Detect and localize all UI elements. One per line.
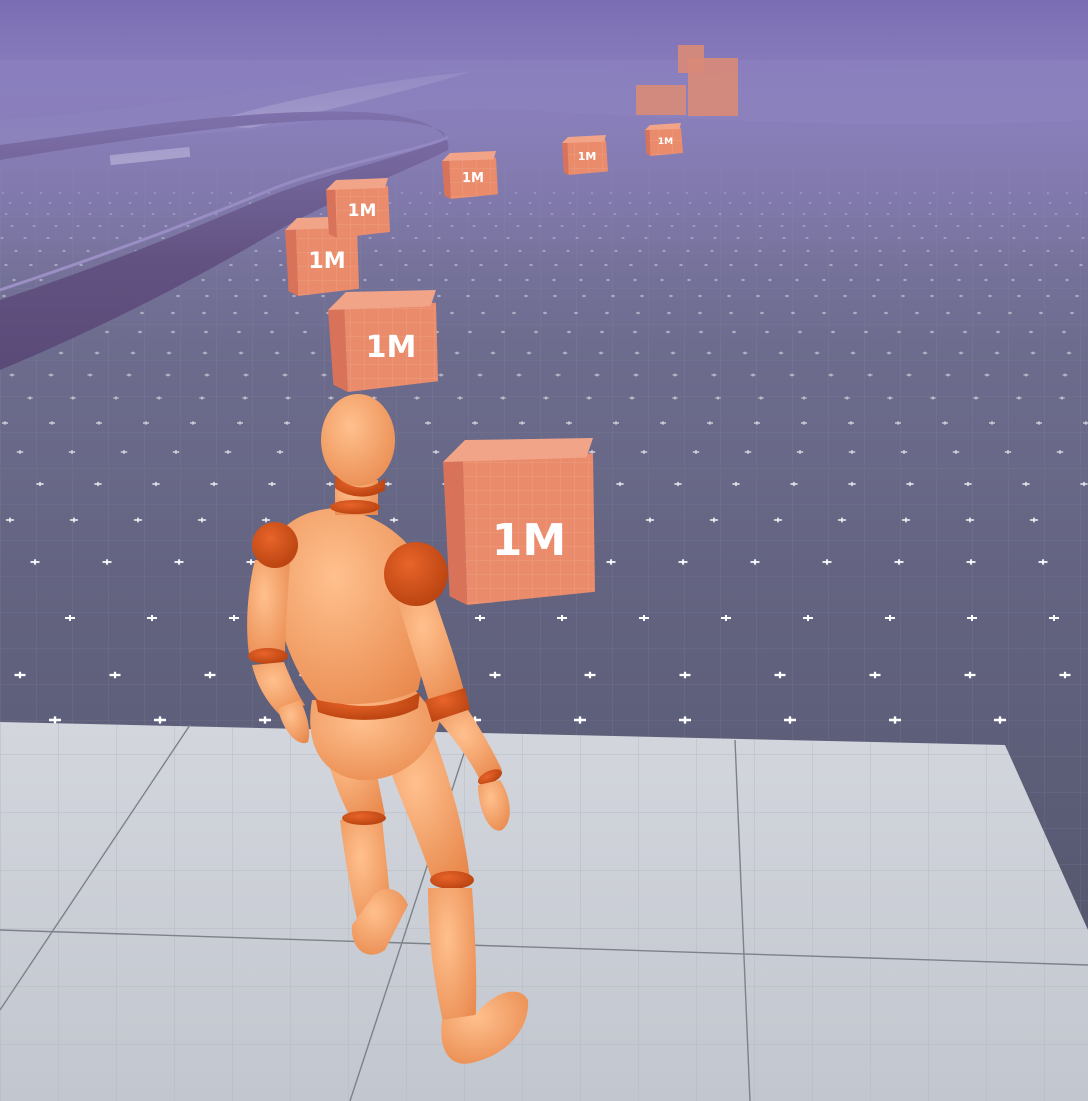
mannequin-left-elbow-joint [248,648,288,664]
mannequin-left-knee-joint [342,811,386,825]
cube-label: 1M [308,249,345,274]
mannequin-head [321,394,395,486]
cube: 1M [328,290,438,392]
cube-label: 1M [348,201,377,221]
scene-canvas: 1M 1M 1M 1M 1M 1M 1M [0,0,1088,1101]
cube: 1M [645,123,683,156]
cube: 1M [443,438,595,605]
cube-label: 1M [492,515,566,566]
cube-label: 1M [366,330,417,365]
distant-cube [636,85,686,115]
cube: 1M [442,151,498,199]
horizon-fog [0,60,1088,260]
game-viewport[interactable]: 1M 1M 1M 1M 1M 1M 1M [0,0,1088,1101]
cube: 1M [326,178,390,238]
distant-cube [678,45,704,73]
mannequin-right-knee-joint [430,871,474,889]
cube-label: 1M [578,150,597,163]
mannequin-left-upper-arm [247,560,290,660]
mannequin-neck-joint [330,500,380,514]
cube: 1M [562,135,608,175]
cube-label: 1M [658,137,673,147]
ground-platform-tiles [0,722,1088,1101]
mannequin-right-shoulder-joint [384,542,448,606]
cube-label: 1M [462,171,484,186]
mannequin-left-shoulder-joint [252,522,298,568]
